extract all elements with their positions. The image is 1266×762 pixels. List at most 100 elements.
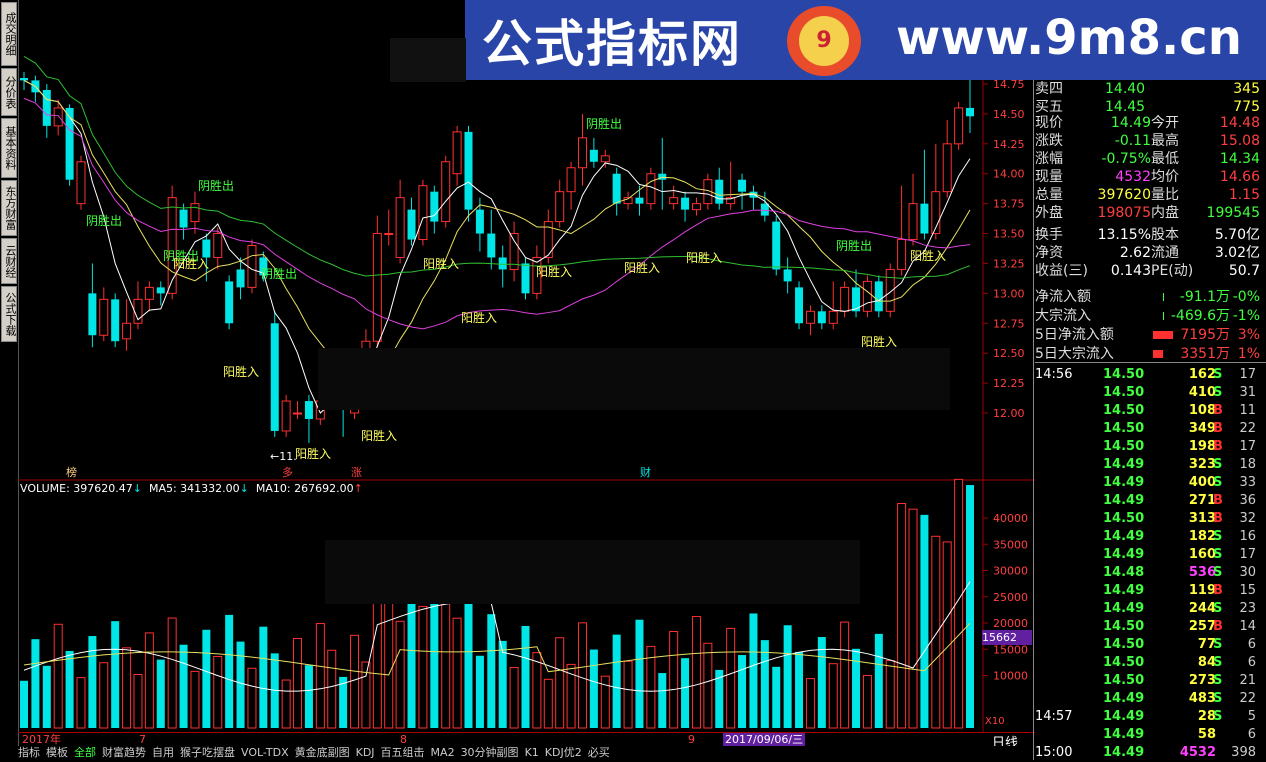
price-axis-label: 12.00	[993, 407, 1025, 420]
indicator-tab[interactable]: 必买	[588, 746, 610, 759]
quote-value: 2.62	[1119, 245, 1151, 261]
tick-count: 6	[1247, 727, 1256, 742]
tab-price-table[interactable]: 分价表	[1, 68, 17, 116]
volume-bar-down	[521, 625, 530, 728]
candle-body-down	[783, 269, 792, 282]
volume-bar-up	[350, 634, 360, 729]
tab-eastmoney[interactable]: 东方财富	[1, 180, 17, 236]
price-axis-label: 12.50	[993, 347, 1025, 360]
candle-body-down	[270, 323, 279, 431]
quote-label: 量比	[1151, 187, 1179, 203]
flow-row: 净流入额 -91.1万 -0%	[1035, 288, 1266, 306]
event-tag: 财	[640, 465, 651, 479]
tab-trade-detail[interactable]: 成交明细	[1, 2, 17, 66]
indicator-tab[interactable]: 模板	[46, 746, 68, 759]
indicator-tab[interactable]: K1	[525, 746, 539, 759]
indicator-tab[interactable]: 30分钟副图	[461, 746, 519, 759]
signal-labels: 阴胜出阴胜出阴胜出阴胜出阴胜出阴胜出阳胜入阳胜入阳胜入阳胜入阳胜入阳胜入 阳胜入阳…	[66, 116, 946, 479]
candle-body-down	[612, 173, 621, 204]
candle-body-down	[874, 281, 883, 312]
tab-formula-download[interactable]: 公式下载	[1, 286, 17, 342]
indicator-tab[interactable]: 黄金底副图	[295, 746, 350, 759]
volume-bar-down	[225, 614, 234, 728]
tick-price: 14.50	[1103, 385, 1145, 400]
occlusion-block	[318, 348, 950, 410]
tick-time: 14:56	[1035, 367, 1073, 382]
quote-label: 涨跌	[1035, 133, 1063, 149]
quote-label: 涨幅	[1035, 151, 1063, 167]
quote-label: 换手	[1035, 227, 1063, 243]
volume-bar-up	[931, 535, 941, 729]
indicator-tab[interactable]: 全部	[74, 746, 96, 759]
candle-body-up	[691, 203, 701, 211]
quote-value: -0.75%	[1101, 151, 1151, 167]
tick-volume: 119	[1188, 583, 1216, 598]
indicator-tab[interactable]: KDJ	[356, 746, 375, 759]
indicator-tab[interactable]: 指标	[18, 746, 40, 759]
candle-body-down	[772, 221, 781, 270]
indicator-tab[interactable]: 自用	[152, 746, 174, 759]
candle-body-up	[646, 173, 656, 205]
tick-volume: 108	[1188, 403, 1216, 418]
tab-yuncaijing[interactable]: 云财经	[1, 238, 17, 284]
volume-bar-down	[589, 649, 598, 728]
tick-row: 14:56 14.50 162 S 17	[1035, 366, 1266, 384]
tick-row: 14.50 108 B 11	[1035, 402, 1266, 420]
flow-bar	[1163, 312, 1164, 320]
tick-side: S	[1213, 691, 1223, 706]
tick-volume: 536	[1188, 565, 1216, 580]
signal-label-in: 阳胜入	[423, 256, 459, 271]
candle-body-down	[498, 257, 507, 270]
indicator-tab[interactable]: 百五组击	[381, 746, 425, 759]
flow-value: 7195万	[1180, 327, 1230, 343]
time-month-9: 9	[688, 733, 695, 746]
signal-label-in: 阳胜入	[686, 250, 722, 265]
candle-body-down	[42, 89, 51, 126]
volume-bar-up	[327, 649, 337, 729]
volume-bar-up	[122, 647, 132, 729]
tick-count: 22	[1239, 691, 1256, 706]
occlusion-block	[325, 540, 860, 604]
volume-bar-up	[76, 677, 86, 729]
tick-count: 5	[1247, 709, 1256, 724]
tick-side: B	[1213, 583, 1223, 598]
quote-value: 14.34	[1219, 151, 1260, 167]
flow-value: 3351万	[1180, 346, 1230, 362]
indicator-tab[interactable]: 财富趋势	[102, 746, 146, 759]
quote-label: 今开	[1151, 115, 1179, 131]
volume-bar-down	[749, 613, 758, 728]
flow-label: 5日大宗流入	[1035, 346, 1114, 362]
indicator-tab[interactable]: 猴子吃摆盘	[180, 746, 235, 759]
volume-bar-up	[862, 674, 872, 729]
candle-body-down	[464, 131, 473, 210]
volume-bar-down	[738, 655, 747, 728]
candle-body-down	[156, 287, 165, 294]
tick-row: 14.50 198 B 17	[1035, 438, 1266, 456]
candle-body-up	[669, 197, 679, 205]
price-axis-label: 13.50	[993, 228, 1025, 241]
tick-side: S	[1213, 529, 1223, 544]
signal-label-in: 阳胜入	[910, 248, 946, 263]
quote-value: 4532	[1115, 169, 1151, 185]
volume-bar-up	[452, 617, 462, 729]
indicator-tab[interactable]: KDJ优2	[545, 746, 582, 759]
flow-bar	[1153, 331, 1173, 339]
tick-time: 14:57	[1035, 709, 1073, 724]
indicator-tab[interactable]: VOL-TDX	[241, 746, 289, 759]
quote-value: -0.11	[1114, 133, 1151, 149]
tick-price: 14.50	[1103, 637, 1145, 652]
tick-volume: 244	[1188, 601, 1216, 616]
tick-price: 14.48	[1103, 565, 1145, 580]
tab-basic-info[interactable]: 基本资料	[1, 118, 17, 178]
volume-bar-down	[612, 634, 621, 728]
tick-price: 14.49	[1103, 727, 1145, 742]
tick-price: 14.50	[1103, 619, 1145, 634]
volume-bar-down	[31, 639, 40, 728]
candle-body-up	[372, 233, 382, 342]
indicator-tab[interactable]: MA2	[431, 746, 455, 759]
tick-price: 14.50	[1103, 367, 1145, 382]
tick-volume: 410	[1188, 385, 1216, 400]
tick-row: 14.50 313 B 32	[1035, 510, 1266, 528]
tick-time: 15:00	[1035, 745, 1073, 760]
tick-side: B	[1213, 439, 1223, 454]
